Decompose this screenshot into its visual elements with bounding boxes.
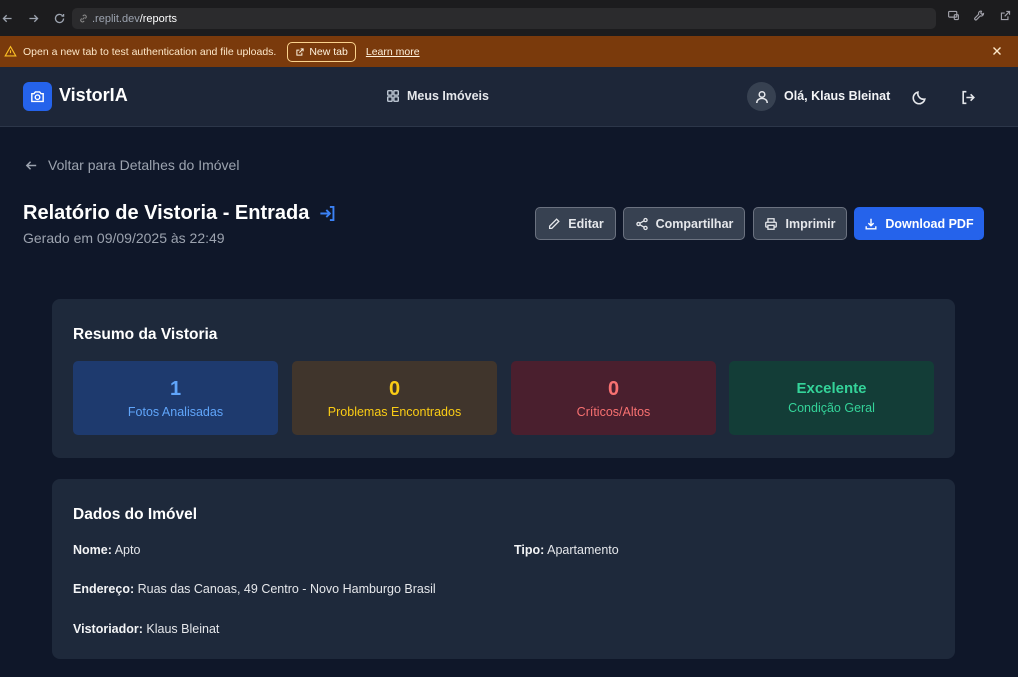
app-header: VistorIA Meus Imóveis Olá, Klaus Bleinat — [0, 67, 1018, 127]
back-label: Voltar para Detalhes do Imóvel — [48, 157, 240, 173]
property-type-field: Tipo: Apartamento — [514, 543, 619, 557]
share-icon — [635, 217, 648, 230]
browser-toolbar: .replit.dev/reports — [0, 0, 1018, 36]
property-address-field: Endereço: Ruas das Canoas, 49 Centro - N… — [73, 582, 436, 596]
printer-icon — [765, 217, 778, 230]
print-button[interactable]: Imprimir — [753, 207, 847, 240]
download-label: Download PDF — [885, 216, 974, 231]
cast-icon[interactable] — [946, 8, 960, 22]
grid-icon — [387, 90, 399, 102]
camera-logo-icon[interactable] — [23, 82, 52, 111]
user-icon — [755, 90, 768, 103]
field-value: Klaus Bleinat — [146, 622, 220, 636]
share-button[interactable]: Compartilhar — [623, 207, 745, 240]
stat-overall-condition: Excelente Condição Geral — [729, 361, 934, 435]
stat-value: Excelente — [796, 380, 867, 397]
download-pdf-button[interactable]: Download PDF — [854, 207, 984, 240]
field-label: Endereço: — [73, 582, 135, 596]
stat-problems-found: 0 Problemas Encontrados — [292, 361, 497, 435]
field-value: Ruas das Canoas, 49 Centro - Novo Hambur… — [137, 582, 436, 596]
sign-in-icon — [320, 206, 335, 221]
address-bar[interactable]: .replit.dev/reports — [72, 8, 936, 29]
share-label: Compartilhar — [655, 216, 734, 231]
stat-label: Fotos Analisadas — [127, 405, 224, 419]
brand-name[interactable]: VistorIA — [59, 85, 128, 106]
back-arrow-icon[interactable] — [0, 9, 16, 27]
arrow-left-icon — [25, 160, 37, 170]
page-title: Relatório de Vistoria - Entrada — [23, 202, 337, 225]
field-value: Apartamento — [547, 543, 619, 557]
logout-icon[interactable] — [958, 87, 978, 107]
field-label: Nome: — [73, 543, 112, 557]
new-tab-label: New tab — [309, 45, 348, 58]
edit-button[interactable]: Editar — [535, 207, 616, 240]
external-link-icon[interactable] — [998, 8, 1012, 22]
download-icon — [865, 218, 877, 230]
report-title: Relatório de Vistoria - Entrada — [23, 202, 310, 224]
property-inspector-field: Vistoriador: Klaus Bleinat — [73, 622, 219, 636]
external-link-icon — [296, 47, 304, 56]
moon-icon[interactable] — [909, 87, 929, 107]
link-icon — [80, 14, 87, 23]
reload-icon[interactable] — [50, 9, 68, 27]
inspection-summary-card: Resumo da Vistoria 1 Fotos Analisadas 0 … — [52, 299, 955, 458]
new-tab-button[interactable]: New tab — [287, 41, 356, 62]
warning-icon — [4, 45, 17, 57]
stat-value: 0 — [388, 378, 401, 400]
close-icon[interactable] — [990, 44, 1004, 58]
stat-photos-analyzed: 1 Fotos Analisadas — [73, 361, 278, 435]
wrench-icon[interactable] — [972, 8, 986, 22]
back-to-property-link[interactable]: Voltar para Detalhes do Imóvel — [24, 157, 239, 173]
auth-warning-banner: Open a new tab to test authentication an… — [0, 36, 1018, 67]
report-generated-date: Gerado em 09/09/2025 às 22:49 — [23, 230, 225, 246]
field-label: Tipo: — [514, 543, 545, 557]
nav-meus-imoveis[interactable]: Meus Imóveis — [386, 89, 489, 103]
property-name-field: Nome: Apto — [73, 543, 140, 557]
stat-critical-high: 0 Críticos/Altos — [511, 361, 716, 435]
url-host: .replit.dev — [92, 12, 140, 25]
stat-label: Condição Geral — [788, 401, 875, 415]
stat-label: Problemas Encontrados — [327, 405, 462, 419]
user-greeting: Olá, Klaus Bleinat — [784, 89, 891, 103]
field-value: Apto — [114, 543, 141, 557]
learn-more-link[interactable]: Learn more — [366, 46, 420, 58]
print-label: Imprimir — [785, 216, 836, 231]
pencil-icon — [549, 217, 561, 229]
summary-title: Resumo da Vistoria — [73, 326, 218, 343]
stat-label: Críticos/Altos — [576, 405, 651, 419]
stat-value: 0 — [607, 378, 620, 400]
banner-message: Open a new tab to test authentication an… — [23, 45, 277, 58]
property-data-card: Dados do Imóvel Nome: Apto Tipo: Apartam… — [52, 479, 955, 659]
field-label: Vistoriador: — [73, 622, 143, 636]
forward-arrow-icon[interactable] — [24, 9, 42, 27]
user-avatar[interactable] — [747, 82, 776, 111]
url-path: /reports — [139, 12, 177, 25]
nav-label: Meus Imóveis — [407, 89, 489, 103]
stat-value: 1 — [169, 378, 182, 400]
edit-label: Editar — [568, 216, 604, 231]
property-title: Dados do Imóvel — [73, 506, 198, 523]
